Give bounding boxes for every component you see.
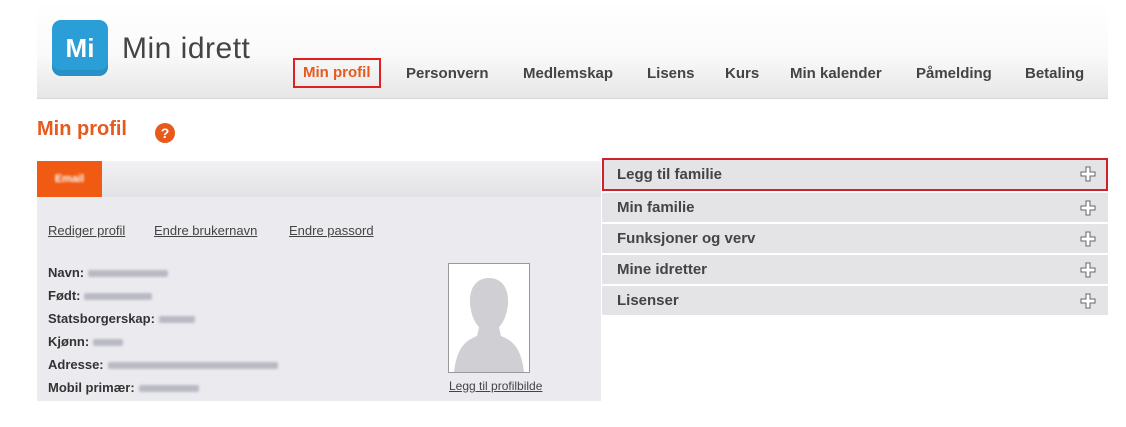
plus-icon	[1080, 293, 1096, 309]
field-gender: Kjønn:	[48, 334, 124, 349]
field-citizenship-label: Statsborgerskap:	[48, 311, 155, 326]
logo-badge-icon[interactable]: Mi	[52, 20, 108, 76]
change-username-link[interactable]: Endre brukernavn	[154, 223, 257, 238]
top-header: Mi Min idrett Min profil Personvern Medl…	[37, 0, 1108, 99]
plus-icon	[1080, 166, 1096, 182]
nav-item-min-kalender[interactable]: Min kalender	[790, 60, 882, 88]
accordion-item-my-sports[interactable]: Mine idretter	[602, 255, 1108, 284]
field-address-label: Adresse:	[48, 357, 104, 372]
plus-icon	[1080, 200, 1096, 216]
field-gender-label: Kjønn:	[48, 334, 90, 349]
accordion-item-label: Min familie	[617, 199, 695, 216]
add-profile-picture-link[interactable]: Legg til profilbilde	[449, 379, 542, 393]
accordion-item-label: Lisenser	[617, 292, 679, 309]
field-born: Født:	[48, 288, 153, 303]
nav-item-lisens[interactable]: Lisens	[647, 60, 695, 88]
field-address-value	[107, 362, 278, 370]
accordion-item-functions-roles[interactable]: Funksjoner og verv	[602, 224, 1108, 253]
accordion-item-label: Mine idretter	[617, 261, 708, 278]
tab-email[interactable]: Email	[37, 161, 102, 197]
change-password-link[interactable]: Endre passord	[289, 223, 374, 238]
accordion-item-my-family[interactable]: Min familie	[602, 193, 1108, 222]
plus-icon	[1080, 231, 1096, 247]
nav-item-pamelding[interactable]: Påmelding	[916, 60, 992, 88]
field-name: Navn:	[48, 265, 169, 280]
field-born-value	[84, 293, 153, 301]
profile-panel: Email Rediger profil Endre brukernavn En…	[37, 161, 601, 401]
edit-profile-link[interactable]: Rediger profil	[48, 223, 125, 238]
plus-icon	[1080, 262, 1096, 278]
field-name-value	[88, 270, 169, 278]
profile-tab-bar: Email	[37, 161, 601, 197]
help-icon[interactable]: ?	[155, 123, 175, 143]
tab-email-label: Email	[54, 173, 85, 185]
nav-item-min-profil[interactable]: Min profil	[293, 58, 381, 88]
field-mobile: Mobil primær:	[48, 380, 199, 395]
page-title: Min profil	[37, 118, 127, 140]
field-citizenship-value	[158, 316, 195, 324]
nav-item-personvern[interactable]: Personvern	[406, 60, 489, 88]
nav-item-kurs[interactable]: Kurs	[725, 60, 759, 88]
field-citizenship: Statsborgerskap:	[48, 311, 195, 326]
accordion-item-label: Funksjoner og verv	[617, 230, 756, 247]
field-name-label: Navn:	[48, 265, 85, 280]
profile-accordion: Legg til familie Min familie Funksjoner …	[602, 158, 1108, 317]
nav-item-betaling[interactable]: Betaling	[1025, 60, 1084, 88]
accordion-item-licenses[interactable]: Lisenser	[602, 286, 1108, 315]
field-address: Adresse:	[48, 357, 278, 372]
avatar-silhouette-icon	[449, 264, 529, 372]
nav-item-medlemskap[interactable]: Medlemskap	[523, 60, 613, 88]
profile-picture-placeholder[interactable]	[448, 263, 530, 373]
accordion-item-label: Legg til familie	[617, 166, 723, 183]
field-born-label: Født:	[48, 288, 81, 303]
field-mobile-label: Mobil primær:	[48, 380, 135, 395]
field-mobile-value	[138, 385, 199, 393]
accordion-item-add-family[interactable]: Legg til familie	[602, 158, 1108, 191]
field-gender-value	[93, 339, 124, 347]
app-title[interactable]: Min idrett	[122, 32, 250, 66]
